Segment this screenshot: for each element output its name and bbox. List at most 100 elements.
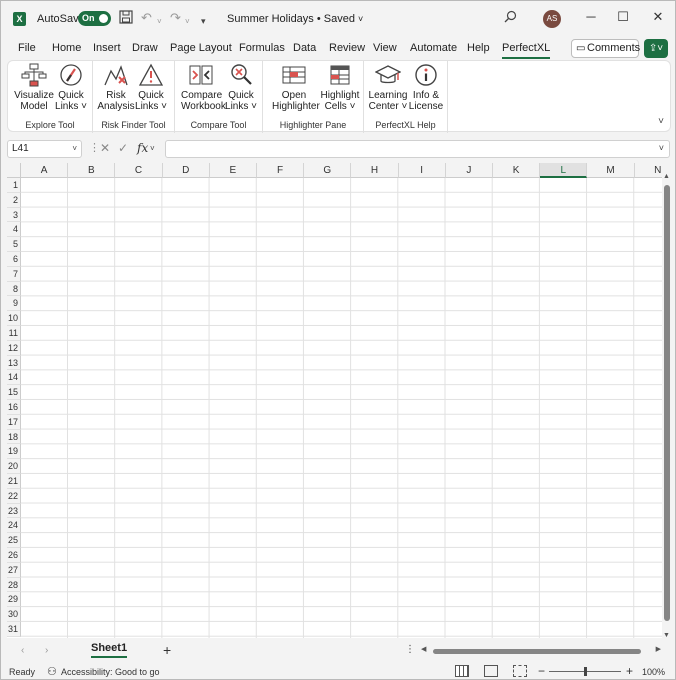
share-button[interactable]: ⇪˅: [644, 39, 668, 58]
redo-dropdown-icon[interactable]: ˅: [185, 14, 190, 30]
normal-view-icon[interactable]: [455, 665, 469, 677]
column-header-m[interactable]: M: [587, 163, 635, 178]
open-highlighter-button[interactable]: Open Highlighter: [272, 63, 320, 112]
expand-formula-bar-icon[interactable]: ˅: [659, 143, 664, 153]
horizontal-scroll-thumb[interactable]: [433, 649, 641, 654]
horizontal-scrollbar[interactable]: ◀ ▶: [421, 646, 661, 656]
row-header-7[interactable]: 7: [7, 266, 21, 282]
tab-view[interactable]: View: [373, 42, 397, 54]
zoom-level[interactable]: 100%: [642, 667, 665, 677]
close-icon[interactable]: ✕: [648, 9, 668, 25]
scroll-right-icon[interactable]: ▶: [656, 645, 661, 653]
tab-perfectxl[interactable]: PerfectXL: [502, 42, 551, 59]
vertical-scroll-thumb[interactable]: [664, 185, 670, 621]
ribbon-collapse-icon[interactable]: ˅: [658, 116, 664, 127]
insert-function-icon[interactable]: fx: [137, 141, 148, 155]
column-header-j[interactable]: J: [445, 163, 493, 178]
zoom-slider[interactable]: [549, 667, 621, 676]
scroll-up-icon[interactable]: ▲: [663, 173, 670, 180]
risk-quick-links-button[interactable]: Quick Links ˅: [131, 63, 171, 112]
tab-page-layout[interactable]: Page Layout: [170, 42, 232, 54]
column-header-h[interactable]: H: [351, 163, 399, 178]
search-icon[interactable]: [504, 10, 517, 27]
tab-automate[interactable]: Automate: [410, 42, 457, 54]
fx-dropdown-icon[interactable]: ˅: [150, 144, 155, 153]
compare-quick-links-button[interactable]: Quick Links ˅: [221, 63, 261, 112]
row-header-1[interactable]: 1: [7, 178, 21, 193]
row-header-11[interactable]: 11: [7, 326, 21, 341]
select-all-corner[interactable]: [7, 163, 21, 178]
avatar[interactable]: AS: [543, 10, 561, 28]
sheet-options-icon[interactable]: ⋮: [405, 644, 415, 655]
sheet-next-icon[interactable]: ›: [45, 645, 48, 656]
chevron-down-icon[interactable]: ˅: [72, 141, 77, 157]
row-header-14[interactable]: 14: [7, 370, 21, 386]
learning-center-button[interactable]: Learning Center ˅: [368, 63, 408, 112]
customize-quick-access-icon[interactable]: ▾: [201, 13, 206, 29]
tab-insert[interactable]: Insert: [93, 42, 121, 54]
redo-icon[interactable]: ↷: [170, 10, 181, 26]
sheet-tab-sheet1[interactable]: Sheet1: [91, 642, 128, 658]
accessibility-status[interactable]: Accessibility: Good to go: [61, 667, 160, 677]
row-header-21[interactable]: 21: [7, 474, 21, 489]
column-header-g[interactable]: G: [304, 163, 352, 178]
undo-icon[interactable]: ↶: [141, 10, 152, 26]
row-header-3[interactable]: 3: [7, 207, 21, 223]
row-header-22[interactable]: 22: [7, 488, 21, 504]
document-title[interactable]: Summer Holidays • Saved ˅: [227, 13, 363, 25]
undo-dropdown-icon[interactable]: ˅: [157, 14, 162, 30]
spreadsheet-grid[interactable]: ABCDEFGHIJKLMN 1 2 3 4 5 6 7 8 9 10 11 12 13 14 15 16 17…: [7, 163, 662, 638]
comments-button[interactable]: Comments: [571, 39, 640, 58]
page-break-view-icon[interactable]: [513, 665, 527, 677]
cancel-icon[interactable]: ✕: [100, 141, 110, 155]
minimize-icon[interactable]: ─: [581, 9, 601, 24]
row-header-2[interactable]: 2: [7, 192, 21, 208]
row-header-24[interactable]: 24: [7, 518, 21, 534]
column-header-c[interactable]: C: [115, 163, 163, 178]
compare-workbook-button[interactable]: Compare Workbook: [181, 63, 226, 112]
column-header-b[interactable]: B: [68, 163, 116, 178]
tab-data[interactable]: Data: [293, 42, 316, 54]
tab-file[interactable]: File: [18, 42, 36, 54]
row-header-27[interactable]: 27: [7, 562, 21, 578]
column-header-d[interactable]: D: [162, 163, 210, 178]
row-header-6[interactable]: 6: [7, 252, 21, 267]
autosave-toggle[interactable]: On: [78, 11, 111, 26]
row-header-18[interactable]: 18: [7, 429, 21, 445]
row-header-28[interactable]: 28: [7, 577, 21, 593]
row-header-15[interactable]: 15: [7, 385, 21, 400]
column-header-l[interactable]: L: [540, 163, 588, 178]
add-sheet-button[interactable]: +: [163, 642, 171, 658]
row-header-4[interactable]: 4: [7, 222, 21, 238]
column-header-f[interactable]: F: [257, 163, 305, 178]
row-header-20[interactable]: 20: [7, 459, 21, 474]
row-header-13[interactable]: 13: [7, 355, 21, 371]
row-header-30[interactable]: 30: [7, 607, 21, 622]
tab-home[interactable]: Home: [52, 42, 81, 54]
risk-analysis-button[interactable]: Risk Analysis: [96, 63, 136, 112]
scroll-left-icon[interactable]: ◀: [421, 645, 426, 653]
zoom-slider-knob[interactable]: [584, 667, 587, 676]
row-header-26[interactable]: 26: [7, 548, 21, 563]
row-header-12[interactable]: 12: [7, 340, 21, 356]
column-header-k[interactable]: K: [493, 163, 541, 178]
tab-help[interactable]: Help: [467, 42, 490, 54]
more-options-icon[interactable]: ⋮: [89, 141, 100, 154]
vertical-scrollbar[interactable]: ▲ ▼: [663, 173, 671, 639]
tab-draw[interactable]: Draw: [132, 42, 158, 54]
zoom-in-button[interactable]: +: [626, 664, 633, 678]
row-header-16[interactable]: 16: [7, 400, 21, 415]
maximize-icon[interactable]: ☐: [613, 9, 633, 25]
enter-icon[interactable]: ✓: [118, 141, 128, 155]
column-header-n[interactable]: N: [634, 163, 662, 178]
info-license-button[interactable]: Info & License: [406, 63, 446, 112]
column-header-a[interactable]: A: [21, 163, 69, 178]
row-header-23[interactable]: 23: [7, 503, 21, 519]
explore-quick-links-button[interactable]: Quick Links ˅: [51, 63, 91, 112]
tab-review[interactable]: Review: [329, 42, 365, 54]
sheet-prev-icon[interactable]: ‹: [21, 645, 24, 656]
formula-input[interactable]: ˅: [165, 140, 670, 158]
scroll-down-icon[interactable]: ▼: [663, 632, 670, 639]
row-header-19[interactable]: 19: [7, 444, 21, 460]
zoom-out-button[interactable]: −: [538, 664, 545, 678]
